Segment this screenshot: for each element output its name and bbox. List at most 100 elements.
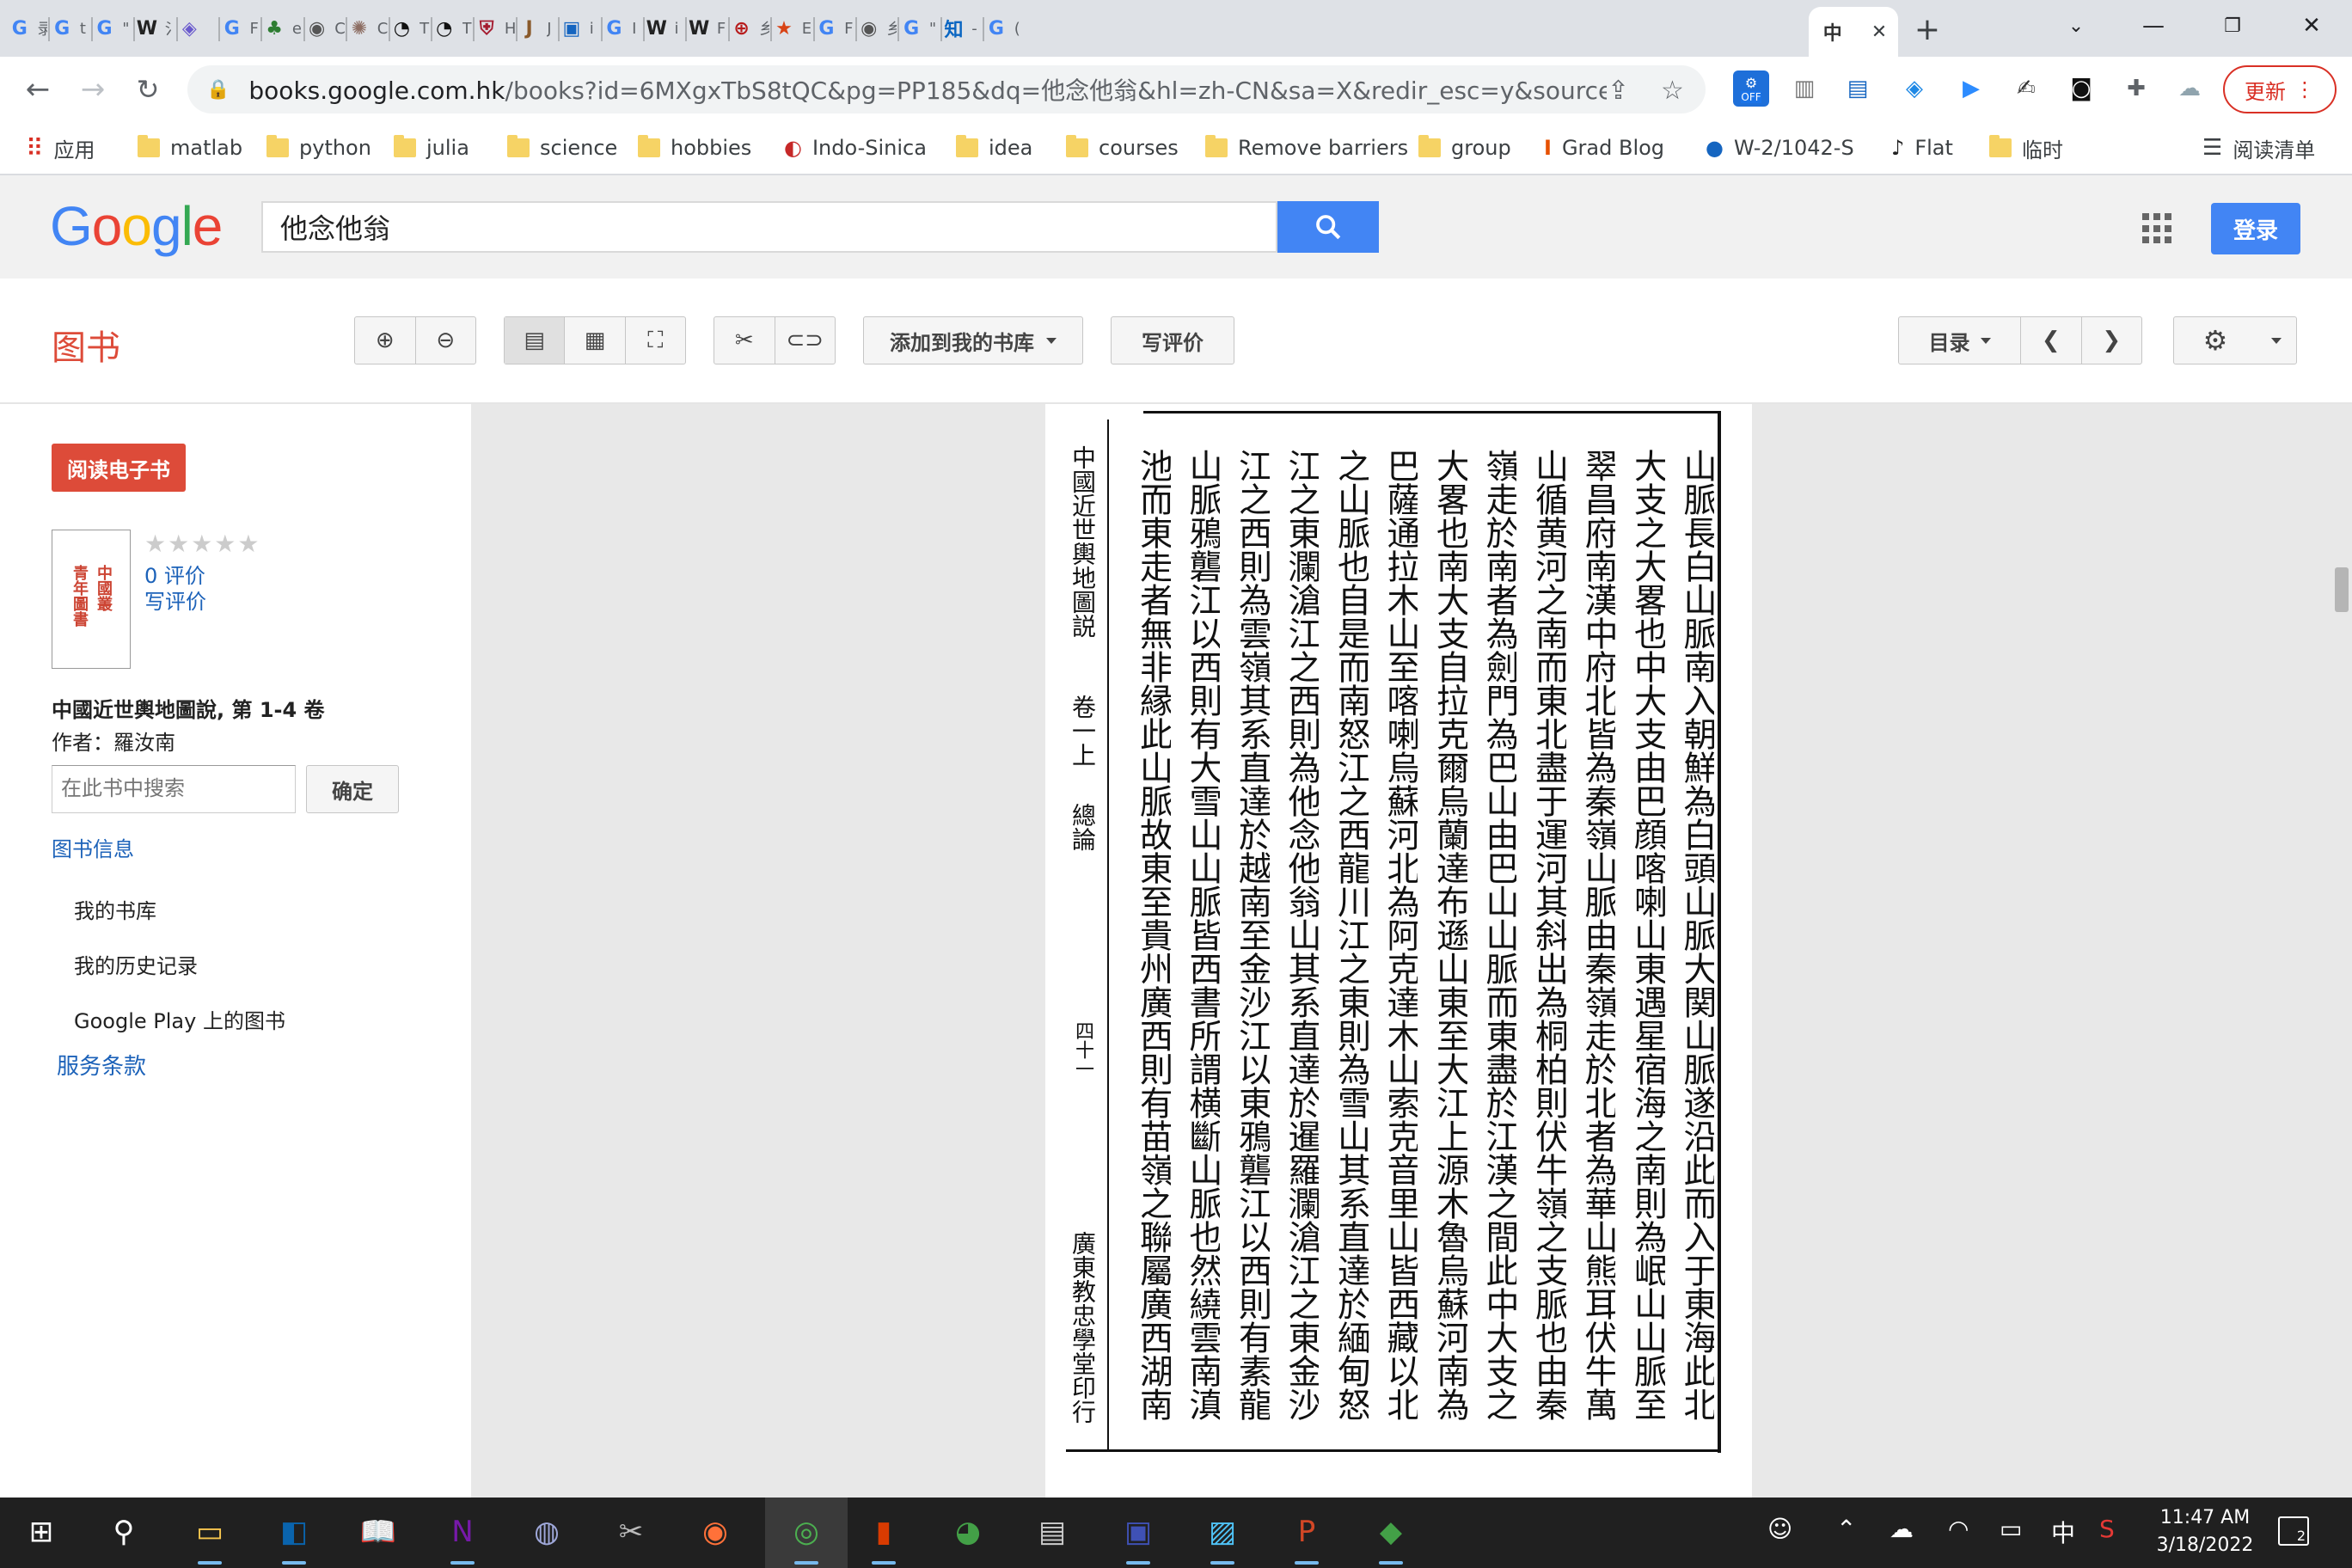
login-button[interactable]: 登录 — [2211, 203, 2300, 254]
bookmark-item[interactable]: hobbies — [638, 131, 751, 165]
photos-icon[interactable]: ▨ — [1198, 1508, 1246, 1565]
app-globe-icon[interactable]: ◍ — [523, 1508, 571, 1556]
tab[interactable]: ◈ — [179, 7, 217, 50]
tab[interactable]: ⊕ 乡 — [731, 7, 769, 50]
write-review-button[interactable]: 写评价 — [1111, 316, 1234, 364]
write-review-link[interactable]: 写评价 — [144, 585, 206, 615]
app-arrow-icon[interactable]: ◆ — [1367, 1508, 1415, 1565]
search-box[interactable] — [261, 201, 1277, 253]
chevron-up-icon[interactable]: ⌃ — [1836, 1515, 1856, 1543]
extensions-puzzle-icon[interactable]: ✚ — [2118, 70, 2154, 107]
menu-history[interactable]: 我的历史记录 — [74, 949, 198, 979]
profile-avatar-icon[interactable]: ☁ — [2171, 70, 2208, 107]
ime-indicator[interactable]: 中 — [2051, 1515, 2075, 1549]
read-ebook-button[interactable]: 阅读电子书 — [52, 444, 186, 492]
tab-active[interactable]: 中 ✕ — [1809, 7, 1898, 57]
ext-reader-icon[interactable]: ▥ — [1786, 70, 1822, 107]
tab[interactable]: WF — [688, 7, 726, 50]
earth-icon[interactable]: ◕ — [944, 1508, 992, 1556]
update-button[interactable]: 更新 ⋮ — [2223, 65, 2337, 113]
zoom-in-button[interactable]: ⊕ — [355, 317, 416, 364]
notepad-icon[interactable]: ▤ — [1028, 1508, 1076, 1556]
google-logo[interactable]: Google — [50, 194, 223, 258]
tab[interactable]: G( — [985, 7, 1024, 50]
battery-icon[interactable]: ▭ — [2000, 1515, 2022, 1543]
url-text[interactable]: books.google.com.hk/books?id=6MXgxTbS8tQ… — [248, 72, 1607, 107]
search-button[interactable] — [1277, 201, 1379, 253]
bookmark-item[interactable]: idea — [956, 131, 1032, 165]
tab[interactable]: ♣ e — [263, 7, 302, 50]
tab[interactable]: Gt — [51, 7, 89, 50]
bookmark-item[interactable]: Remove barriers — [1205, 131, 1408, 165]
in-book-search-input[interactable] — [59, 766, 286, 811]
bookmark-star-icon[interactable]: ☆ — [1661, 76, 1684, 106]
file-explorer-icon[interactable]: ▭ — [186, 1508, 234, 1565]
tab[interactable]: GF — [221, 7, 260, 50]
tab[interactable]: Wi — [646, 7, 684, 50]
powerpoint-icon[interactable]: P — [1283, 1508, 1331, 1565]
bookmark-item[interactable]: group — [1418, 131, 1511, 165]
clock[interactable]: 11:47 AM 3/18/2022 — [2141, 1504, 2269, 1559]
chrome-icon[interactable]: ◎ — [782, 1508, 830, 1565]
tab[interactable]: G录 — [9, 7, 48, 50]
book-info-link[interactable]: 图书信息 — [52, 832, 134, 862]
tab[interactable]: ⛨ H — [475, 7, 515, 50]
tab[interactable]: ▣ i — [560, 7, 599, 50]
reload-button[interactable]: ↻ — [127, 69, 168, 110]
bookmark-item[interactable]: I Grad Blog — [1544, 131, 1664, 165]
book-cover[interactable]: 中國叢 青年圖書 — [52, 530, 131, 669]
tab[interactable]: ★ E — [773, 7, 812, 50]
add-to-library-button[interactable]: 添加到我的书库 — [863, 316, 1083, 364]
close-window-button[interactable]: ✕ — [2282, 7, 2342, 45]
tab[interactable]: W氵 — [136, 7, 175, 50]
zoom-out-button[interactable]: ⊖ — [416, 317, 476, 364]
firefox-icon[interactable]: ◉ — [691, 1508, 739, 1556]
wifi-icon[interactable]: ◠ — [1948, 1515, 1969, 1543]
search-confirm-button[interactable]: 确定 — [306, 765, 399, 813]
settings-button[interactable]: ⚙ — [2174, 317, 2257, 364]
bookmark-item[interactable]: matlab — [138, 131, 242, 165]
settings-group[interactable]: ⚙ — [2173, 316, 2297, 364]
bookmark-item[interactable]: 临时 — [1989, 131, 2063, 165]
single-page-button[interactable]: ▤ — [505, 317, 566, 364]
ext-mask-icon[interactable]: ◙ — [2063, 70, 2099, 107]
scrollbar-thumb[interactable] — [2335, 567, 2349, 612]
in-book-search[interactable] — [52, 765, 296, 813]
tab[interactable]: ✺ C — [348, 7, 388, 50]
onenote-icon[interactable]: N — [438, 1508, 487, 1565]
sogou-icon[interactable]: S — [2099, 1515, 2115, 1543]
notification-center-icon[interactable]: 2 — [2278, 1516, 2309, 1546]
tab[interactable]: ◔ T — [391, 7, 430, 50]
reading-list-button[interactable]: ☰ 阅读清单 — [2202, 131, 2315, 165]
bookmark-item[interactable]: python — [266, 131, 371, 165]
terminal-icon[interactable]: ▣ — [1114, 1508, 1162, 1565]
office-icon[interactable]: ▮ — [860, 1508, 908, 1565]
bookmark-item[interactable]: ♪ Flat — [1891, 131, 1953, 165]
app-tool-icon[interactable]: ✂ — [607, 1508, 655, 1556]
contents-button[interactable]: 目录 — [1899, 317, 2021, 364]
ext-translate-icon[interactable]: ⚙ OFF — [1733, 70, 1769, 107]
tab[interactable]: G " — [94, 7, 132, 50]
terms-link[interactable]: 服务条款 — [57, 1049, 146, 1081]
outlook-icon[interactable]: ◧ — [270, 1508, 318, 1565]
bookmark-item[interactable]: julia — [394, 131, 469, 165]
start-windows-icon[interactable]: ⊞ — [17, 1508, 65, 1556]
minimize-button[interactable]: — — [2123, 7, 2184, 45]
book-viewer[interactable]: 山脈長白山脈南入朝鮮為白頭山脈大関山脈遂沿此而入于東海此北 大支之大畧也中大支由巴… — [471, 404, 2352, 1498]
bookmark-item[interactable]: courses — [1066, 131, 1179, 165]
bookmark-item[interactable]: science — [507, 131, 617, 165]
tab[interactable]: JJ — [518, 7, 557, 50]
tab[interactable]: GF — [816, 7, 854, 50]
books-title[interactable]: 图书 — [52, 320, 120, 370]
forward-button[interactable]: → — [72, 69, 113, 110]
new-tab-button[interactable]: + — [1910, 12, 1945, 47]
prev-page-button[interactable]: ❮ — [2021, 317, 2082, 364]
thumbnail-button[interactable]: ▦ — [565, 317, 626, 364]
tab[interactable]: G " — [900, 7, 939, 50]
address-bar[interactable]: 🔒 books.google.com.hk/books?id=6MXgxTbS8… — [187, 65, 1706, 113]
tab[interactable]: GI — [603, 7, 642, 50]
ebook-reader-icon[interactable]: 📖 — [354, 1508, 402, 1556]
ext-signature-icon[interactable]: ✍ — [2008, 70, 2044, 107]
menu-my-library[interactable]: 我的书库 — [74, 894, 156, 924]
close-tab-icon[interactable]: ✕ — [1871, 21, 1887, 43]
